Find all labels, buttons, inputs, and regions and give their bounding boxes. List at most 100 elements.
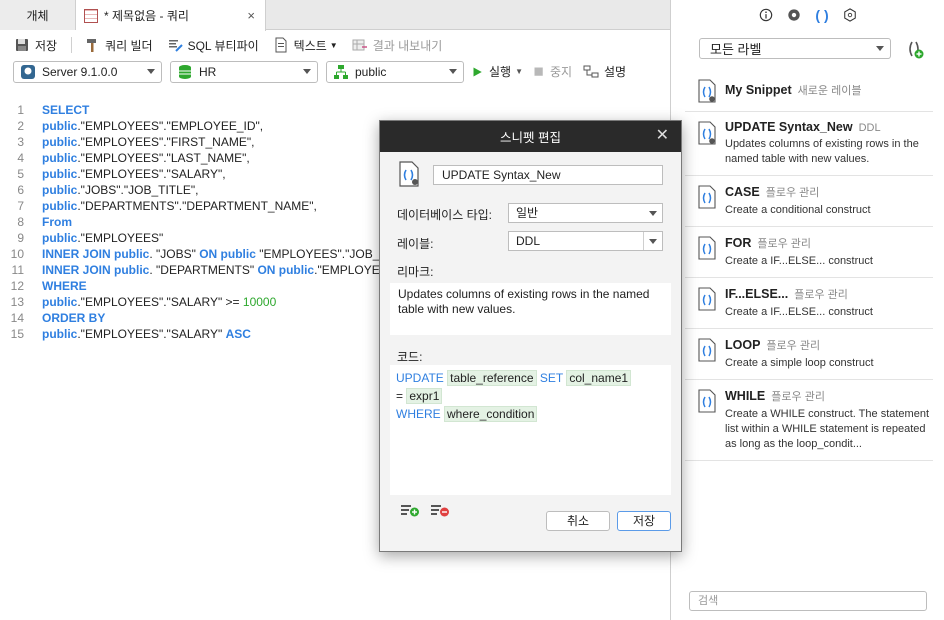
info-icon[interactable] [758,7,774,23]
line-number: 7 [17,199,24,213]
save-button[interactable]: 저장 [14,37,57,54]
line-number: 9 [17,231,24,245]
snippet-title: FOR [725,236,752,250]
code-snippet-icon[interactable]: ( ) [814,7,830,23]
snippet-name: IF...ELSE... 플로우 관리 [725,286,933,302]
export-results-button[interactable]: 결과 내보내기 [352,37,443,54]
sql-keyword: WHERE [42,279,87,293]
sql-text: ."DEPARTMENTS"."DEPARTMENT_NAME", [77,199,317,213]
code-line: WHERE where_condition [396,405,665,423]
query-builder-label: 쿼리 빌더 [105,38,153,53]
hexagon-icon[interactable] [842,7,858,23]
sql-keyword: ORDER BY [42,311,106,325]
sql-text: . "JOBS" [149,247,200,261]
sql-keyword: public [42,119,78,133]
export-results-label: 결과 내보내기 [372,38,443,53]
preview-eye-icon[interactable] [786,7,802,23]
snippet-description: Create a simple loop construct [725,357,874,369]
beautify-icon [168,40,183,52]
line-number: 10 [10,247,24,261]
snippet-item[interactable]: LOOP 플로우 관리 Create a simple loop construct [685,329,933,380]
remove-placeholder-icon[interactable] [430,503,450,517]
line-number: 3 [17,135,24,149]
save-button[interactable]: 저장 [617,511,671,531]
schema-select-value: public [355,65,387,79]
database-select[interactable]: HR [170,61,318,83]
snippet-file-icon [698,338,716,362]
code-placeholder[interactable]: where_condition [444,406,538,422]
schema-icon [334,65,348,79]
line-number: 15 [10,327,24,341]
snippet-name: FOR 플로우 관리 [725,235,933,251]
stop-button[interactable]: 중지 [533,63,572,80]
server-select[interactable]: Server 9.1.0.0 [13,61,162,83]
combo-divider [643,232,644,250]
snippet-item[interactable]: FOR 플로우 관리 Create a IF...ELSE... construct [685,227,933,278]
schema-select[interactable]: public [326,61,464,83]
snippet-item[interactable]: WHILE 플로우 관리 Create a WHILE construct. The… [685,380,933,461]
snippet-description: Create a conditional construct [725,204,871,216]
snippet-title: IF...ELSE... [725,287,789,301]
code-placeholder[interactable]: col_name1 [566,370,632,386]
explain-button-label: 설명 [604,65,627,79]
snippet-description: Create a WHILE construct. The statement … [725,408,929,450]
tab-objects[interactable]: 개체 [0,0,76,30]
chevron-down-icon [449,69,457,74]
snippet-label: 플로우 관리 [794,289,848,301]
code-editor[interactable]: UPDATE table_reference SET col_name1 = e… [390,365,671,495]
sql-keyword: public [42,167,78,181]
line-number: 8 [17,215,24,229]
tab-objects-label: 개체 [26,8,49,23]
save-icon [16,39,28,51]
run-button[interactable]: 실행 ▼ [472,63,523,80]
label-select[interactable]: DDL [508,231,663,251]
sql-number: 10000 [242,295,277,309]
server-select-value: Server 9.1.0.0 [42,65,118,79]
hammer-icon [87,39,97,52]
add-snippet-icon[interactable] [905,38,925,60]
export-icon [352,39,367,51]
snippet-description: Create a IF...ELSE... construct [725,255,873,267]
toolbar-separator [71,37,73,53]
database-select-value: HR [199,65,217,79]
snippet-file-icon [698,287,716,311]
snippet-name-input[interactable]: UPDATE Syntax_New [433,165,663,185]
snippet-item[interactable]: IF...ELSE... 플로우 관리 Create a IF...ELSE... … [685,278,933,329]
line-number: 2 [17,119,24,133]
database-icon [179,65,191,79]
sql-keyword: public [42,327,78,341]
tab-close-icon[interactable]: × [247,8,255,23]
sql-keyword: SELECT [42,103,90,117]
query-table-icon [84,8,98,23]
line-number: 13 [10,295,24,309]
db-type-select[interactable]: 일반 [508,203,663,223]
chevron-down-icon [649,211,657,216]
snippet-item[interactable]: CASE 플로우 관리 Create a conditional construct [685,176,933,227]
snippet-item[interactable]: UPDATE Syntax_New DDL Updates columns of e… [685,112,933,176]
close-icon[interactable]: ✕ [656,128,669,144]
tab-query[interactable]: * 제목없음 - 쿼리 × [76,0,266,31]
code-placeholder[interactable]: table_reference [447,370,537,386]
dialog-titlebar: 스니펫 편집 ✕ [380,121,681,152]
sql-beautify-button[interactable]: SQL 뷰티파이 [167,37,259,54]
sql-text: "EMPLOYEES"."JOB_ID [255,247,392,261]
line-number: 6 [17,183,24,197]
snippet-file-icon [698,121,716,145]
sql-text: ."JOBS"."JOB_TITLE", [77,183,199,197]
code-placeholder[interactable]: expr1 [406,388,443,404]
cancel-button[interactable]: 취소 [546,511,610,531]
snippet-item[interactable]: My Snippet 새로운 레이블 [685,70,933,112]
remark-textarea[interactable]: Updates columns of existing rows in the … [390,283,671,335]
explain-button[interactable]: 설명 [583,63,626,80]
snippet-search-input[interactable]: 검색 [689,591,927,611]
dialog-body: UPDATE Syntax_New 데이터베이스 타입: 일반 레이블: DDL… [380,152,681,551]
snippet-name: LOOP 플로우 관리 [725,337,933,353]
add-placeholder-icon[interactable] [400,503,420,517]
chevron-down-icon [876,46,884,51]
snippet-name: UPDATE Syntax_New DDL [725,120,933,134]
label-filter-select[interactable]: 모든 라벨 [699,38,891,59]
text-button[interactable]: 텍스트 ▼ [273,37,338,54]
snippet-description: Create a IF...ELSE... construct [725,306,873,318]
code-keyword: UPDATE [396,371,444,385]
query-builder-button[interactable]: 쿼리 빌더 [84,37,153,54]
